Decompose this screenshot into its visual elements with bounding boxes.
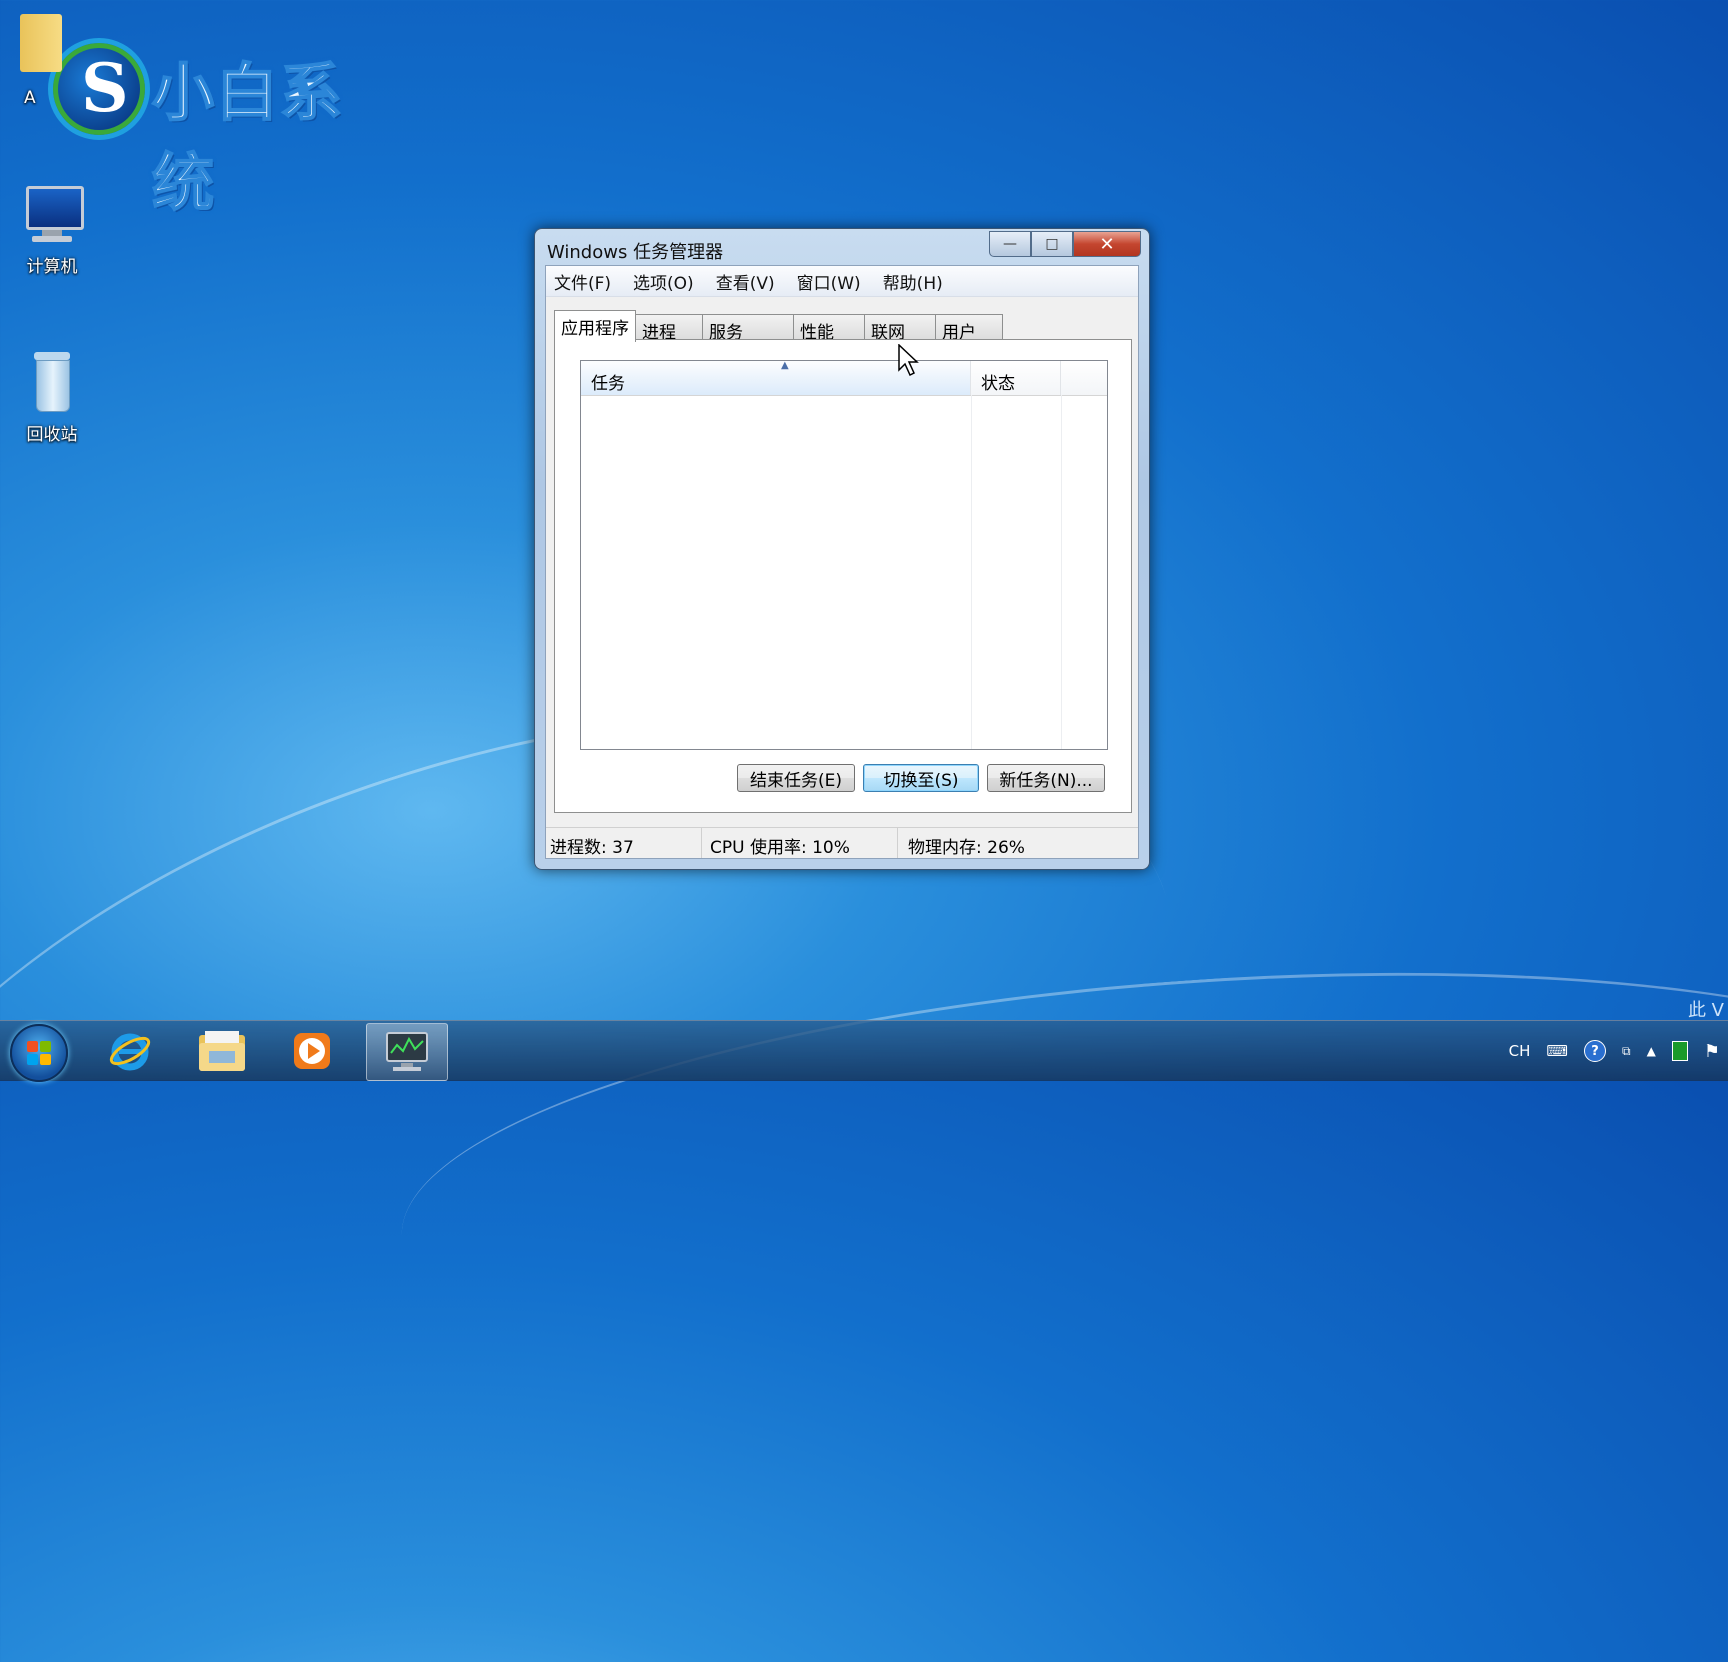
desktop-icon-label: 计算机 — [26, 257, 78, 277]
tab-networking[interactable]: 联网 — [864, 314, 936, 343]
column-divider — [1061, 395, 1062, 749]
mouse-cursor-icon — [898, 344, 919, 377]
network-icon[interactable] — [1671, 1041, 1688, 1061]
media-player-icon — [294, 1033, 330, 1069]
window-title: Windows 任务管理器 — [547, 242, 724, 263]
taskbar: CH ⌨ ? ⧉ ▲ ⚑ — [0, 1020, 1728, 1082]
tab-processes[interactable]: 进程 — [635, 314, 703, 343]
activation-watermark: 此 V — [1687, 1000, 1724, 1021]
taskbar-file-explorer[interactable] — [182, 1023, 262, 1079]
tab-strip: 应用程序 进程 服务 性能 联网 用户 — [554, 310, 1003, 343]
window-titlebar[interactable]: Windows 任务管理器 — □ ✕ — [535, 229, 1149, 265]
status-cpu: CPU 使用率: 10% — [702, 828, 898, 858]
column-label: 任务 — [591, 374, 625, 394]
desktop-icon-folder[interactable]: A — [0, 10, 62, 108]
menu-view[interactable]: 查看(V) — [716, 269, 775, 294]
tab-users[interactable]: 用户 — [935, 314, 1003, 343]
help-icon[interactable]: ? — [1584, 1040, 1607, 1062]
column-label: 状态 — [981, 374, 1015, 394]
menu-file[interactable]: 文件(F) — [554, 269, 611, 294]
internet-explorer-icon — [109, 1033, 151, 1071]
column-header-filler — [1061, 361, 1107, 395]
menu-options[interactable]: 选项(O) — [633, 269, 694, 294]
column-header-status[interactable]: 状态 — [971, 361, 1061, 395]
maximize-button[interactable]: □ — [1031, 231, 1073, 257]
xiaobai-logo: S 小白系统 — [40, 32, 400, 220]
tab-services[interactable]: 服务 — [702, 314, 794, 343]
tab-performance[interactable]: 性能 — [793, 314, 865, 343]
task-manager-icon — [386, 1032, 428, 1071]
sort-ascending-icon: ▲ — [781, 360, 789, 371]
new-task-button[interactable]: 新任务(N)... — [987, 764, 1105, 792]
task-manager-window: Windows 任务管理器 — □ ✕ 文件(F) 选项(O) 查看(V) 窗口… — [534, 228, 1150, 870]
taskbar-task-manager[interactable] — [366, 1023, 448, 1081]
keyboard-icon[interactable]: ⌨ — [1546, 1042, 1568, 1060]
folder-icon — [20, 10, 64, 76]
action-center-flag-icon[interactable]: ⚑ — [1704, 1041, 1720, 1062]
applications-panel: ▲ 任务 状态 结束任务(E) 切换至(S) 新任务(N)... — [554, 339, 1132, 813]
language-indicator[interactable]: CH — [1509, 1042, 1531, 1060]
taskbar-media-player[interactable] — [272, 1023, 352, 1079]
status-bar: 进程数: 37 CPU 使用率: 10% 物理内存: 26% — [546, 827, 1138, 858]
system-tray: CH ⌨ ? ⧉ ▲ ⚑ — [1501, 1021, 1728, 1081]
status-processes: 进程数: 37 — [546, 828, 702, 858]
file-explorer-icon — [199, 1031, 245, 1071]
restore-icon[interactable]: ⧉ — [1622, 1044, 1631, 1059]
recycle-bin-icon — [20, 350, 84, 414]
desktop-icon-computer[interactable]: 计算机 — [4, 182, 100, 277]
column-divider — [971, 395, 972, 749]
menu-help[interactable]: 帮助(H) — [883, 269, 943, 294]
end-task-button[interactable]: 结束任务(E) — [737, 764, 855, 792]
chevron-up-icon[interactable]: ▲ — [1647, 1044, 1656, 1058]
start-button[interactable] — [10, 1024, 68, 1082]
switch-to-button[interactable]: 切换至(S) — [863, 764, 979, 792]
desktop-icon-label: A — [24, 88, 36, 108]
desktop-icon-recycle-bin[interactable]: 回收站 — [4, 350, 100, 445]
status-memory: 物理内存: 26% — [908, 838, 1025, 858]
menu-window[interactable]: 窗口(W) — [797, 269, 861, 294]
tab-applications[interactable]: 应用程序 — [554, 310, 636, 342]
desktop-icon-label: 回收站 — [26, 425, 78, 445]
task-list[interactable]: ▲ 任务 状态 — [580, 360, 1108, 750]
computer-icon — [20, 182, 84, 246]
window-client: 文件(F) 选项(O) 查看(V) 窗口(W) 帮助(H) 应用程序 进程 服务… — [545, 265, 1139, 859]
task-list-header: ▲ 任务 状态 — [581, 360, 1107, 396]
minimize-button[interactable]: — — [989, 231, 1031, 257]
windows-logo-icon — [27, 1041, 51, 1065]
menu-bar: 文件(F) 选项(O) 查看(V) 窗口(W) 帮助(H) — [546, 266, 1138, 297]
close-button[interactable]: ✕ — [1073, 231, 1141, 257]
logo-text: 小白系统 — [151, 55, 345, 220]
taskbar-internet-explorer[interactable] — [90, 1023, 170, 1079]
